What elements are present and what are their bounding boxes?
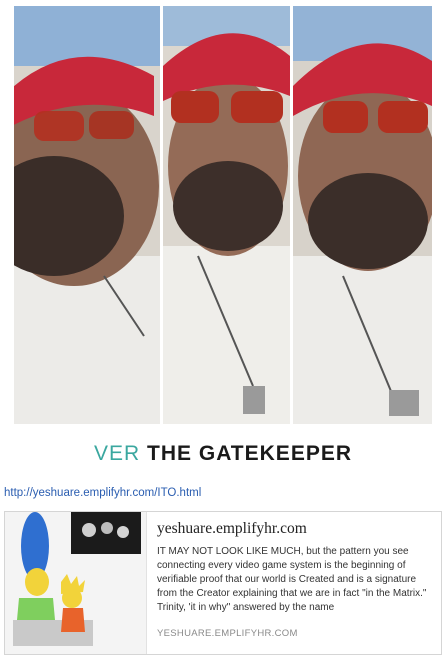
link-preview-card[interactable]: yeshuare.emplifyhr.com IT MAY NOT LOOK L… xyxy=(4,511,442,655)
preview-description: IT MAY NOT LOOK LIKE MUCH, but the patte… xyxy=(157,546,427,613)
preview-body: yeshuare.emplifyhr.com IT MAY NOT LOOK L… xyxy=(157,520,437,639)
photo-caption: VER THE GATEKEEPER xyxy=(0,442,446,466)
photo-panel-center xyxy=(163,6,290,424)
post-link[interactable]: http://yeshuare.emplifyhr.com/ITO.html xyxy=(4,487,201,499)
photo-collage[interactable] xyxy=(14,6,432,424)
preview-title[interactable]: yeshuare.emplifyhr.com xyxy=(157,520,437,538)
caption-prefix: VER xyxy=(94,442,141,465)
photo-panel-left xyxy=(14,6,160,424)
photo-panel-right xyxy=(293,6,432,424)
preview-domain: YESHUARE.EMPLIFYHR.COM xyxy=(157,628,298,639)
caption-title: THE GATEKEEPER xyxy=(147,442,352,465)
simpsons-illustration-icon xyxy=(5,512,146,654)
preview-thumbnail xyxy=(5,512,147,654)
